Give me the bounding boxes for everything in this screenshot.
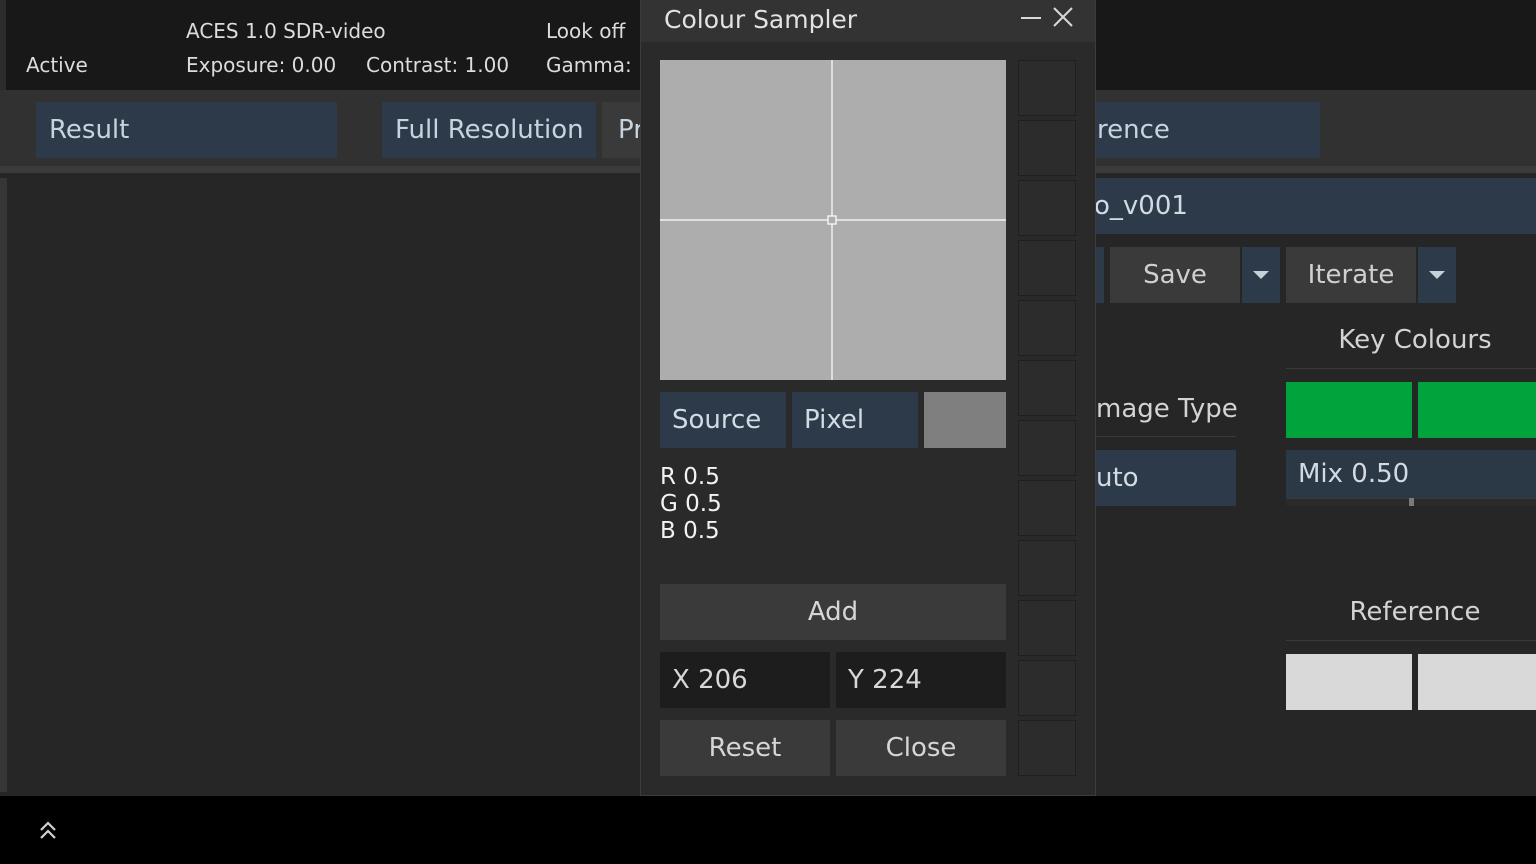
y-coordinate-field[interactable]: Y 224 xyxy=(836,652,1006,708)
sample-slot[interactable] xyxy=(1018,300,1076,356)
status-contrast: Contrast: 1.00 xyxy=(366,53,510,77)
reference-button[interactable]: rence xyxy=(1080,102,1320,158)
reset-button[interactable]: Reset xyxy=(660,720,830,776)
key-colours-divider xyxy=(1286,368,1536,369)
minimize-icon[interactable] xyxy=(1018,6,1044,30)
status-exposure: Exposure: 0.00 xyxy=(186,53,337,77)
image-type-dropdown[interactable]: uto xyxy=(1096,450,1236,506)
save-button[interactable]: Save xyxy=(1110,247,1240,303)
sample-slot[interactable] xyxy=(1018,420,1076,476)
save-dropdown-button[interactable] xyxy=(1242,247,1280,303)
sample-slot[interactable] xyxy=(1018,60,1076,116)
status-active: Active xyxy=(26,53,88,77)
chevron-down-icon xyxy=(1253,271,1269,279)
image-type-label: mage Type xyxy=(1096,394,1238,424)
pixel-button[interactable]: Pixel xyxy=(792,392,918,448)
x-coordinate-field[interactable]: X 206 xyxy=(660,652,830,708)
status-colourspace: ACES 1.0 SDR-video xyxy=(186,19,386,43)
sampled-colour-swatch xyxy=(924,392,1006,448)
sample-slot[interactable] xyxy=(1018,240,1076,296)
viewer-scrollbar[interactable] xyxy=(0,178,7,792)
reference-divider xyxy=(1286,640,1536,641)
sample-slot[interactable] xyxy=(1018,360,1076,416)
red-value: R 0.5 xyxy=(660,464,720,490)
mix-slider[interactable]: Mix 0.50 xyxy=(1286,450,1536,498)
chevron-down-icon xyxy=(1429,271,1445,279)
key-colours-heading: Key Colours xyxy=(1338,325,1492,355)
status-bar-edge xyxy=(0,0,6,90)
close-button[interactable]: Close xyxy=(836,720,1006,776)
close-icon[interactable] xyxy=(1050,4,1076,30)
crosshair-center xyxy=(827,215,837,225)
key-colour-swatch-1[interactable] xyxy=(1286,382,1412,438)
sample-slot[interactable] xyxy=(1018,480,1076,536)
sample-slot[interactable] xyxy=(1018,540,1076,596)
status-gamma: Gamma: 1 xyxy=(546,53,651,77)
mix-slider-handle[interactable] xyxy=(1409,498,1414,506)
key-colour-swatch-2[interactable] xyxy=(1418,382,1536,438)
image-type-divider xyxy=(1096,436,1236,437)
add-button[interactable]: Add xyxy=(660,584,1006,640)
bottom-bar xyxy=(0,796,1536,864)
sample-slot[interactable] xyxy=(1018,120,1076,176)
expand-up-icon[interactable] xyxy=(38,820,58,842)
reference-swatch-2[interactable] xyxy=(1418,654,1536,710)
sample-slot[interactable] xyxy=(1018,660,1076,716)
reference-heading: Reference xyxy=(1349,597,1481,627)
sample-slot[interactable] xyxy=(1018,180,1076,236)
iterate-button[interactable]: Iterate xyxy=(1286,247,1416,303)
sample-slot[interactable] xyxy=(1018,720,1076,776)
blue-value: B 0.5 xyxy=(660,518,720,544)
status-look: Look off xyxy=(546,19,626,43)
reference-swatch-1[interactable] xyxy=(1286,654,1412,710)
iterate-dropdown-button[interactable] xyxy=(1418,247,1456,303)
green-value: G 0.5 xyxy=(660,491,722,517)
result-button[interactable]: Result xyxy=(36,102,337,158)
version-name-field[interactable]: o_v001 xyxy=(1080,178,1536,234)
source-button[interactable]: Source xyxy=(660,392,786,448)
sample-slot[interactable] xyxy=(1018,600,1076,656)
full-resolution-button[interactable]: Full Resolution xyxy=(382,102,596,158)
dialog-title: Colour Sampler xyxy=(664,5,858,34)
sample-preview[interactable] xyxy=(660,60,1006,380)
